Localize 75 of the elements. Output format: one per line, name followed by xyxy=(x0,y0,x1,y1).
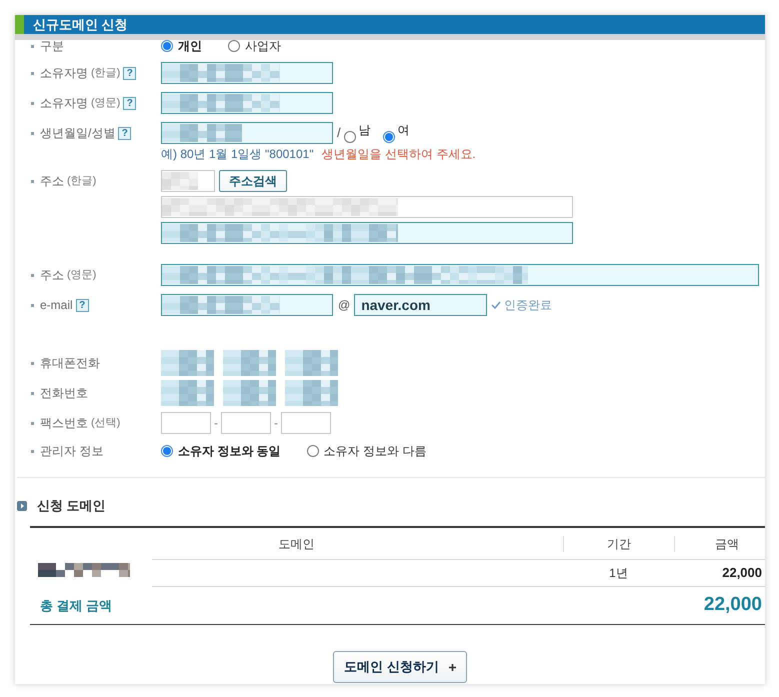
bullet-icon xyxy=(31,44,34,48)
address-search-button[interactable]: 주소검색 xyxy=(219,170,287,192)
bullet-icon xyxy=(31,72,34,74)
field-note: (영문) xyxy=(91,96,120,111)
radio-label[interactable]: 여 xyxy=(398,121,410,139)
plus-icon xyxy=(448,664,456,670)
field-label: 생년월일/성별 xyxy=(40,125,116,142)
input-field[interactable] xyxy=(161,294,333,316)
input-field[interactable] xyxy=(161,170,215,192)
warning-text: 생년월일을 선택하여 주세요. xyxy=(322,146,476,163)
verified-status-text: 인증완료 xyxy=(504,297,552,314)
field-note: (한글) xyxy=(67,174,96,189)
bullet-icon xyxy=(31,132,34,134)
bullet-icon xyxy=(31,180,34,182)
bullet-icon xyxy=(31,274,34,276)
field-label: 주소 xyxy=(40,173,64,190)
field-label: 휴대폰전화 xyxy=(40,355,100,372)
column-header: 기간 xyxy=(563,536,674,552)
table-cell-text: 1년 xyxy=(608,565,629,582)
input-field[interactable] xyxy=(161,264,759,286)
radio-button[interactable] xyxy=(382,131,395,143)
help-button[interactable]: ? xyxy=(118,126,132,140)
field-note: (한글) xyxy=(91,66,120,81)
bullet-icon xyxy=(31,304,34,306)
input-field[interactable] xyxy=(161,412,211,434)
radio-button[interactable] xyxy=(161,445,173,457)
separator-text: - xyxy=(214,415,218,432)
email-domain-field[interactable]: naver.com xyxy=(354,294,488,316)
bullet-icon xyxy=(31,450,34,452)
bullet-icon xyxy=(31,102,34,104)
apply-domain-button[interactable]: 도메인 신청하기 xyxy=(333,651,467,683)
radio-label[interactable]: 소유자 정보와 동일 xyxy=(178,442,281,460)
input-field[interactable] xyxy=(161,222,573,244)
separator-text: / xyxy=(337,124,341,142)
bullet-icon xyxy=(31,362,34,364)
total-amount: 22,000 xyxy=(704,593,763,618)
help-button[interactable]: ? xyxy=(76,298,89,312)
column-header: 도메인 xyxy=(278,536,316,552)
at-sign-text: @ xyxy=(338,297,350,314)
section-title: 신청 도메인 xyxy=(37,497,106,516)
total-label: 총 결제 금액 xyxy=(39,596,112,615)
radio-button[interactable] xyxy=(228,40,240,52)
input-field[interactable] xyxy=(161,196,573,218)
help-button[interactable]: ? xyxy=(123,96,136,110)
radio-label[interactable]: 개인 xyxy=(178,37,202,55)
field-label: 관리자 정보 xyxy=(40,443,104,460)
field-label: 구분 xyxy=(40,38,64,55)
hint-text: 예) 80년 1월 1일생 "800101" xyxy=(161,146,314,163)
field-label: 소유자명 xyxy=(40,65,88,82)
bullet-icon xyxy=(31,422,34,424)
table-cell-text: 22,000 xyxy=(721,564,763,582)
radio-button[interactable] xyxy=(344,131,356,143)
field-label: 주소 xyxy=(40,267,64,284)
bullet-icon xyxy=(31,392,34,394)
field-label: 팩스번호 xyxy=(40,415,88,432)
input-field[interactable] xyxy=(161,62,333,84)
input-field[interactable] xyxy=(221,412,271,434)
separator-text: - xyxy=(274,415,278,432)
radio-button[interactable] xyxy=(161,40,173,52)
window-title: 신규도메인 신청 xyxy=(33,17,128,32)
input-field[interactable] xyxy=(281,412,331,434)
field-label: 소유자명 xyxy=(40,95,88,112)
field-label: e-mail xyxy=(40,297,73,314)
help-button[interactable]: ? xyxy=(123,66,136,80)
input-field[interactable] xyxy=(161,122,333,144)
field-label: 전화번호 xyxy=(40,385,88,402)
radio-label[interactable]: 소유자 정보와 다름 xyxy=(324,442,426,460)
field-note: (선택) xyxy=(91,416,120,431)
field-note: (영문) xyxy=(67,268,96,283)
input-field[interactable] xyxy=(161,92,333,114)
column-header: 금액 xyxy=(674,536,765,552)
accent-bar xyxy=(15,15,24,34)
radio-label[interactable]: 남 xyxy=(358,121,371,139)
radio-button[interactable] xyxy=(306,445,319,457)
radio-label[interactable]: 사업자 xyxy=(245,37,281,55)
